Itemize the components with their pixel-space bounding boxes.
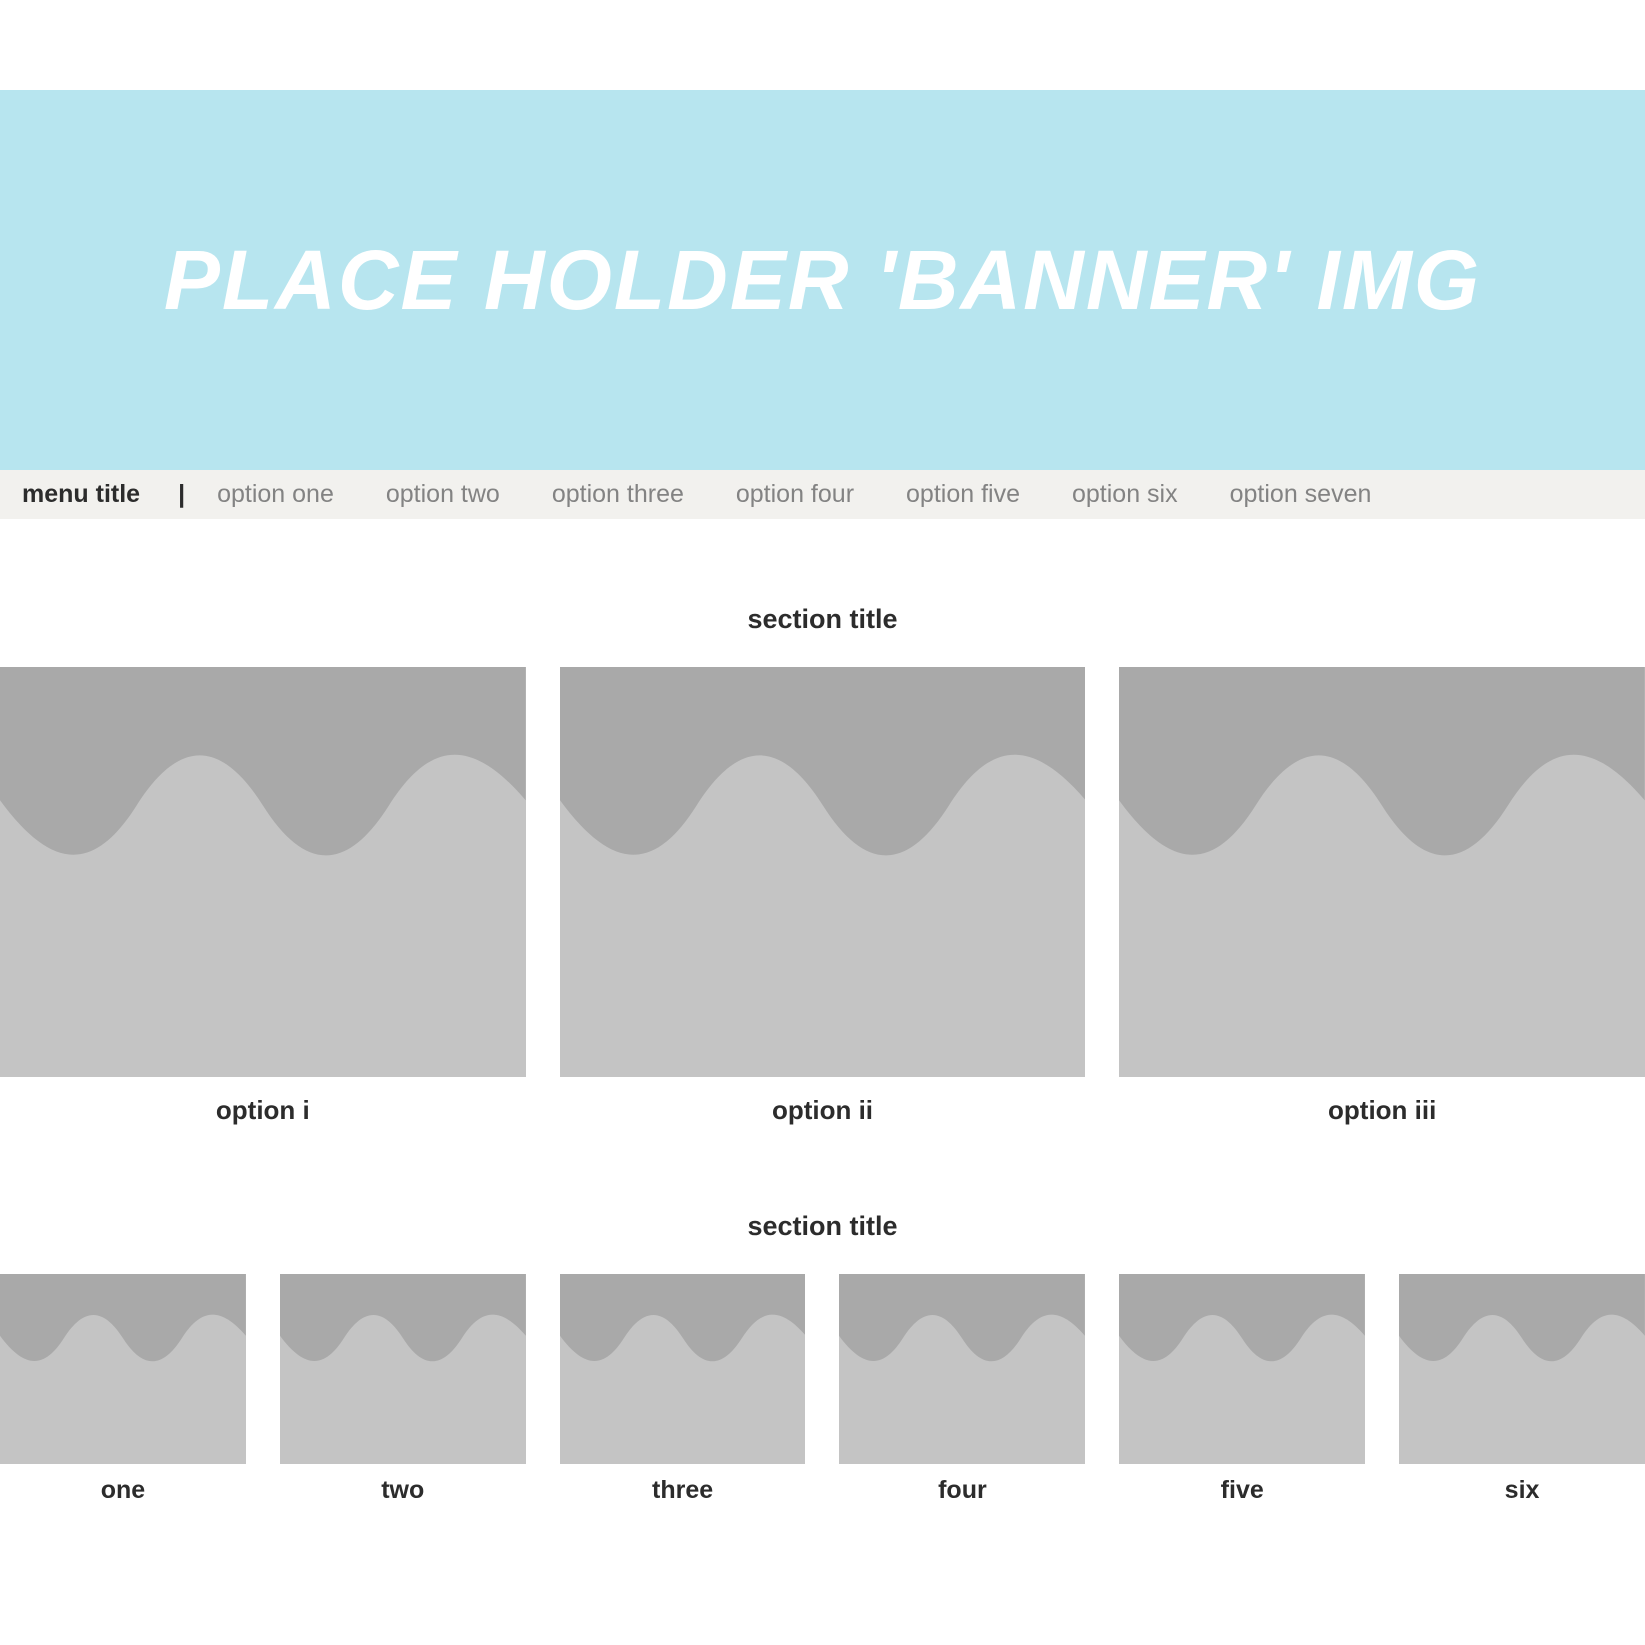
thumbnail-placeholder [1119, 1274, 1365, 1464]
wave-icon [1399, 1274, 1645, 1464]
card-label: option iii [1328, 1095, 1436, 1126]
card-label: five [1221, 1476, 1264, 1505]
card-label: two [381, 1476, 424, 1505]
card-label: option i [216, 1095, 310, 1126]
card-two[interactable]: two [280, 1274, 526, 1505]
thumbnail-placeholder [0, 1274, 246, 1464]
wave-icon [560, 1274, 806, 1464]
menu-option-two[interactable]: option two [386, 480, 500, 509]
menu-options: option one option two option three optio… [217, 480, 1371, 509]
wave-icon [1119, 1274, 1365, 1464]
card-option-iii[interactable]: option iii [1119, 667, 1645, 1126]
wave-icon [0, 667, 526, 1077]
card-option-ii[interactable]: option ii [560, 667, 1086, 1126]
section-small-row: one two three four [0, 1274, 1645, 1505]
card-label: three [652, 1476, 713, 1505]
wave-icon [1119, 667, 1645, 1077]
section-large: section title option i option ii [0, 604, 1645, 1126]
thumbnail-placeholder [280, 1274, 526, 1464]
menu-title: menu title [22, 480, 140, 509]
thumbnail-placeholder [560, 1274, 806, 1464]
card-option-i[interactable]: option i [0, 667, 526, 1126]
wave-icon [560, 667, 1086, 1077]
section-small: section title one two [0, 1211, 1645, 1505]
menu-option-one[interactable]: option one [217, 480, 334, 509]
card-label: one [101, 1476, 145, 1505]
thumbnail-placeholder [0, 667, 526, 1077]
card-six[interactable]: six [1399, 1274, 1645, 1505]
menu-option-seven[interactable]: option seven [1230, 480, 1372, 509]
banner: Place holder 'banner' img [0, 90, 1645, 470]
thumbnail-placeholder [1119, 667, 1645, 1077]
card-five[interactable]: five [1119, 1274, 1365, 1505]
section-large-row: option i option ii option iii [0, 667, 1645, 1126]
card-label: option ii [772, 1095, 873, 1126]
thumbnail-placeholder [560, 667, 1086, 1077]
section-large-title: section title [0, 604, 1645, 635]
wave-icon [839, 1274, 1085, 1464]
menu-separator: | [178, 480, 185, 509]
wave-icon [0, 1274, 246, 1464]
section-small-title: section title [0, 1211, 1645, 1242]
menu-option-six[interactable]: option six [1072, 480, 1178, 509]
wave-icon [280, 1274, 526, 1464]
card-label: six [1505, 1476, 1540, 1505]
thumbnail-placeholder [839, 1274, 1085, 1464]
banner-text: Place holder 'banner' img [164, 232, 1481, 329]
card-one[interactable]: one [0, 1274, 246, 1505]
card-label: four [938, 1476, 987, 1505]
menu-option-five[interactable]: option five [906, 480, 1020, 509]
thumbnail-placeholder [1399, 1274, 1645, 1464]
menu-option-three[interactable]: option three [552, 480, 684, 509]
card-four[interactable]: four [839, 1274, 1085, 1505]
menu-bar: menu title | option one option two optio… [0, 470, 1645, 519]
menu-option-four[interactable]: option four [736, 480, 854, 509]
card-three[interactable]: three [560, 1274, 806, 1505]
